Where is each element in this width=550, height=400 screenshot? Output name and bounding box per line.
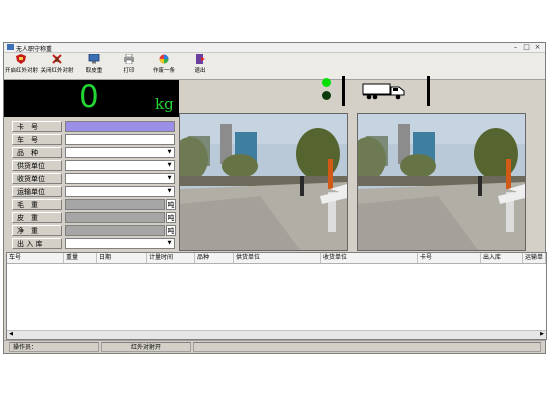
in-out-select[interactable]: ▼: [65, 238, 175, 249]
col-weight[interactable]: 重量: [64, 253, 97, 263]
minimize-icon[interactable]: –: [511, 43, 520, 51]
col-carrier[interactable]: 运输单: [523, 253, 546, 263]
carrier-select[interactable]: ▼: [65, 186, 175, 197]
variety-select[interactable]: ▼: [65, 147, 175, 158]
field-net-weight: 净 重 吨: [11, 225, 176, 236]
camera-feed-2: [357, 113, 526, 251]
red-cross-icon: [52, 54, 62, 64]
field-supplier: 供货单位 ▼: [11, 160, 176, 171]
main-window: 无人职守称重 – □ × 开启红外对射 关闭红外对射 取皮重 打印 作废一条 退…: [3, 42, 547, 354]
status-empty-cell: [193, 342, 541, 352]
close-ir-button[interactable]: 关闭红外对射: [40, 54, 74, 78]
chevron-down-icon[interactable]: ▼: [166, 162, 173, 169]
field-variety: 品 种 ▼: [11, 147, 176, 158]
open-ir-button[interactable]: 开启红外对射: [5, 54, 38, 78]
col-plate[interactable]: 车号: [7, 253, 64, 263]
field-card-no: 卡 号: [11, 121, 176, 132]
field-tare-weight: 皮 重 吨: [11, 212, 176, 223]
gross-weight-unit: 吨: [166, 199, 176, 210]
camera-feed-1: [179, 113, 348, 251]
records-table: 车号 重量 日期 计量时间 品种 供货单位 收货单位 卡号 出入库 运输单 ◀ …: [6, 252, 547, 340]
horizontal-scrollbar[interactable]: ◀ ▶: [7, 330, 546, 339]
close-icon[interactable]: ×: [533, 43, 542, 51]
col-variety[interactable]: 品种: [195, 253, 234, 263]
title-bar: 无人职守称重 – □ ×: [4, 43, 545, 53]
col-date[interactable]: 日期: [97, 253, 147, 263]
camera-image-2: [358, 114, 525, 250]
field-gross-weight: 毛 重 吨: [11, 199, 176, 210]
camera-image-1: [180, 114, 347, 250]
monitor-icon: [88, 54, 100, 64]
col-receiver[interactable]: 收货单位: [321, 253, 418, 263]
field-plate-no: 车 号: [11, 134, 176, 145]
chevron-down-icon[interactable]: ▼: [166, 175, 173, 182]
net-weight-input: [65, 225, 165, 236]
field-receiver: 收货单位 ▼: [11, 173, 176, 184]
app-icon: [7, 44, 14, 50]
field-in-out: 出 入 库 ▼: [11, 238, 176, 249]
window-title: 无人职守称重: [16, 46, 53, 53]
status-light-top: [322, 78, 331, 87]
print-button[interactable]: 打印: [119, 54, 139, 78]
chevron-down-icon[interactable]: ▼: [166, 149, 173, 156]
gross-weight-input: [65, 199, 165, 210]
col-card[interactable]: 卡号: [418, 253, 481, 263]
field-carrier: 运输单位 ▼: [11, 186, 176, 197]
scroll-left-icon[interactable]: ◀: [7, 331, 15, 338]
tare-button[interactable]: 取皮重: [83, 54, 105, 78]
status-bar: 操作员： 红外对射开: [4, 340, 545, 353]
maximize-icon[interactable]: □: [522, 43, 531, 51]
color-wheel-icon: [159, 54, 169, 64]
gate-right-bar: [427, 76, 430, 106]
col-in-out[interactable]: 出入库: [481, 253, 523, 263]
status-light-bottom: [322, 91, 331, 100]
weight-value: 0: [79, 79, 99, 115]
tare-weight-unit: 吨: [166, 212, 176, 223]
scroll-right-icon[interactable]: ▶: [538, 331, 546, 338]
net-weight-unit: 吨: [166, 225, 176, 236]
weight-unit: kg: [155, 95, 174, 113]
gate-left-bar: [342, 76, 345, 106]
truck-icon: [362, 83, 405, 100]
operator-cell: 操作员：: [9, 342, 99, 352]
supplier-select[interactable]: ▼: [65, 160, 175, 171]
plate-no-input[interactable]: [65, 134, 175, 145]
exit-door-icon: [196, 54, 205, 64]
table-header: 车号 重量 日期 计量时间 品种 供货单位 收货单位 卡号 出入库 运输单: [7, 253, 546, 264]
ir-status-cell: 红外对射开: [101, 342, 191, 352]
chevron-down-icon[interactable]: ▼: [166, 188, 173, 195]
weight-display: 0 kg: [4, 79, 179, 117]
col-supplier[interactable]: 供货单位: [234, 253, 321, 263]
red-shield-icon: [16, 54, 26, 64]
toolbar: 开启红外对射 关闭红外对射 取皮重 打印 作废一条 退出: [4, 53, 545, 80]
printer-icon: [124, 54, 134, 64]
void-record-button[interactable]: 作废一条: [152, 54, 176, 78]
card-no-input[interactable]: [65, 121, 175, 132]
truck-indicator: [342, 76, 430, 106]
exit-button[interactable]: 退出: [192, 54, 208, 78]
chevron-down-icon[interactable]: ▼: [166, 240, 173, 247]
receiver-select[interactable]: ▼: [65, 173, 175, 184]
tare-weight-input: [65, 212, 165, 223]
col-time[interactable]: 计量时间: [147, 253, 195, 263]
